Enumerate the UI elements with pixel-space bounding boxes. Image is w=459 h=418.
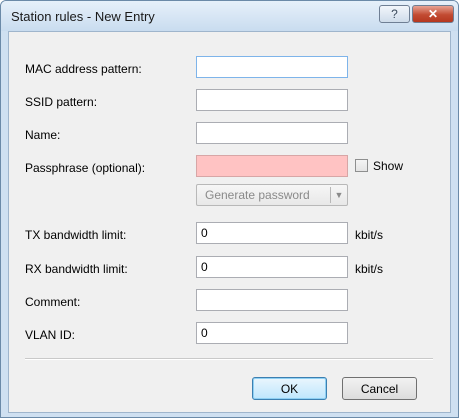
rx-bandwidth-label: RX bandwidth limit:: [25, 262, 128, 276]
footer-separator: [25, 358, 433, 360]
vlan-id-input[interactable]: 0: [196, 322, 348, 344]
title-bar[interactable]: Station rules - New Entry ? ✕: [1, 1, 458, 31]
name-input[interactable]: [196, 122, 348, 144]
rx-bandwidth-unit: kbit/s: [355, 262, 384, 276]
help-button[interactable]: ?: [379, 5, 410, 23]
generate-password-label: Generate password: [205, 188, 310, 202]
generate-password-button[interactable]: Generate password ▼: [196, 184, 348, 206]
ssid-pattern-label: SSID pattern:: [25, 95, 98, 109]
show-label[interactable]: Show: [373, 159, 403, 173]
help-icon: ?: [391, 7, 398, 21]
tx-bandwidth-label: TX bandwidth limit:: [25, 228, 127, 242]
name-label: Name:: [25, 128, 61, 142]
rx-bandwidth-input[interactable]: 0: [196, 256, 348, 278]
mac-address-label: MAC address pattern:: [25, 62, 142, 76]
dialog-window: Station rules - New Entry ? ✕ MAC addres…: [0, 0, 459, 418]
close-icon: ✕: [427, 7, 439, 21]
tx-bandwidth-unit: kbit/s: [355, 228, 384, 242]
mac-address-input[interactable]: [196, 56, 348, 78]
dialog-body: MAC address pattern: SSID pattern: Name:…: [8, 31, 451, 413]
tx-bandwidth-input[interactable]: 0: [196, 222, 348, 244]
window-title: Station rules - New Entry: [11, 9, 155, 24]
chevron-down-icon[interactable]: ▼: [331, 190, 347, 200]
show-checkbox[interactable]: [355, 159, 368, 172]
passphrase-label: Passphrase (optional):: [25, 161, 146, 175]
ssid-pattern-input[interactable]: [196, 89, 348, 111]
vlan-id-label: VLAN ID:: [25, 328, 76, 342]
close-button[interactable]: ✕: [412, 5, 454, 23]
ok-button[interactable]: OK: [252, 377, 327, 400]
passphrase-input[interactable]: [196, 155, 348, 177]
cancel-button[interactable]: Cancel: [342, 377, 417, 400]
comment-input[interactable]: [196, 289, 348, 311]
comment-label: Comment:: [25, 295, 81, 309]
